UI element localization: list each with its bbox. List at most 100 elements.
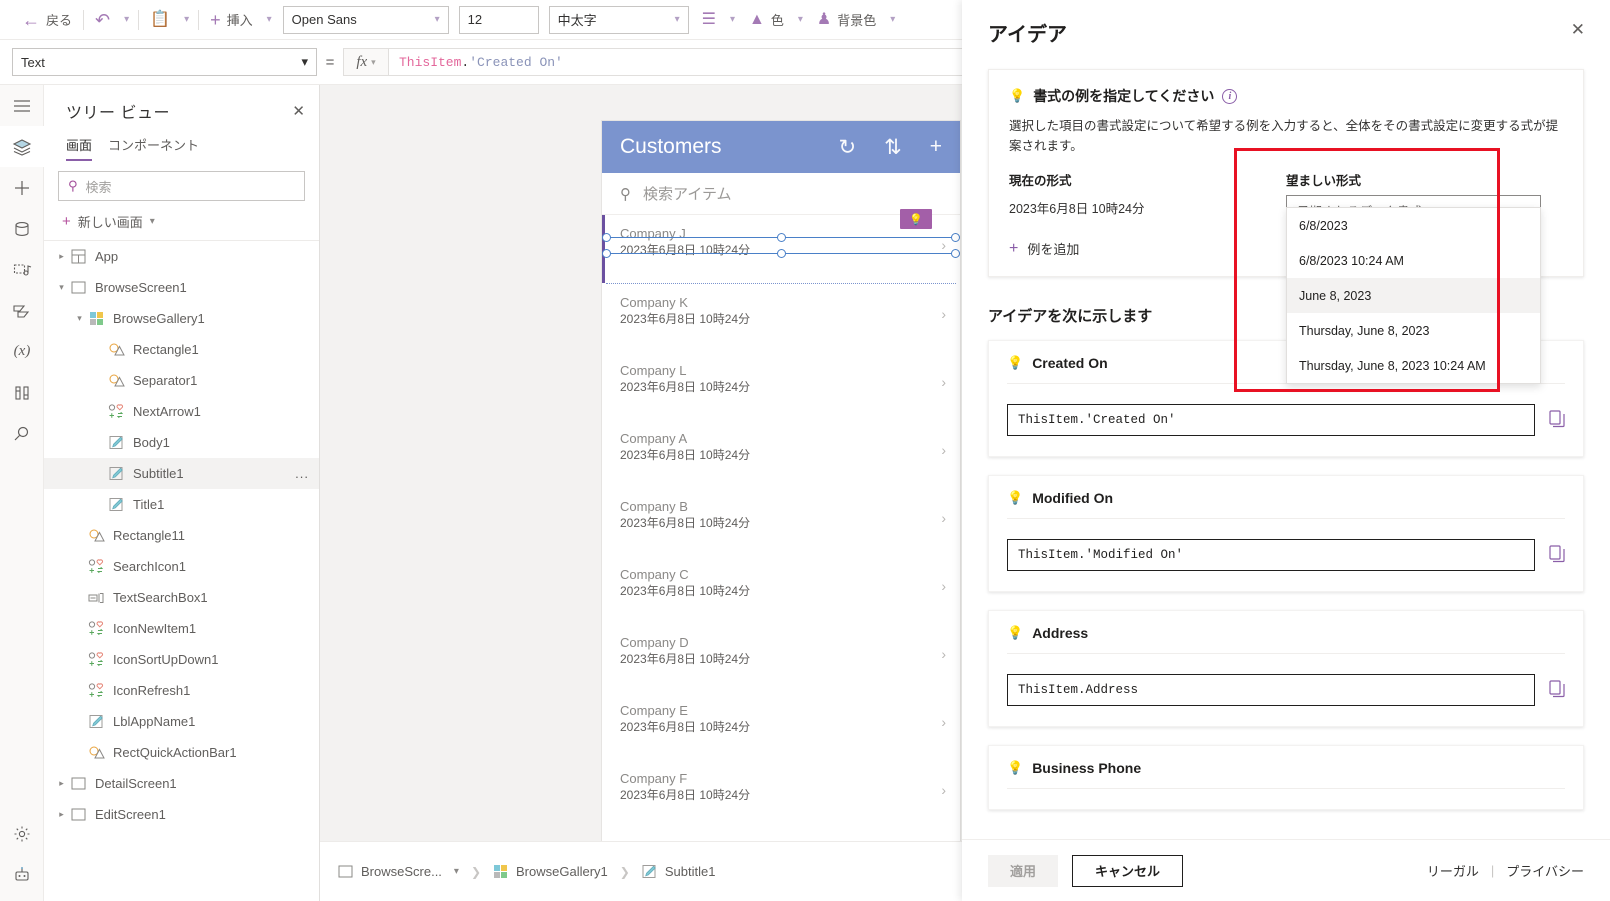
sort-updown-icon[interactable]: ⇅ <box>884 135 902 160</box>
undo-chevron-down-icon[interactable]: ▾ <box>118 14 135 25</box>
breadcrumb-item[interactable]: BrowseGallery1 <box>493 864 608 879</box>
back-button[interactable]: ← 戻る <box>14 4 80 36</box>
sidebar-item-lblappname1[interactable]: LblAppName1 <box>44 706 319 737</box>
sidebar-item-title1[interactable]: Title1 <box>44 489 319 520</box>
sidebar-item-rectquickactionbar1[interactable]: RectQuickActionBar1 <box>44 737 319 768</box>
insert-chevron-down-icon[interactable]: ▾ <box>261 14 278 25</box>
lightbulb-icon[interactable]: 💡 <box>900 209 932 229</box>
sidebar-item-iconrefresh1[interactable]: IconRefresh1 <box>44 675 319 706</box>
apply-button[interactable]: 適用 <box>988 854 1059 887</box>
sidebar-item-subtitle1[interactable]: Subtitle1... <box>44 458 319 489</box>
copy-icon[interactable] <box>1549 679 1565 701</box>
copy-icon[interactable] <box>1549 409 1565 431</box>
add-example-button[interactable]: + 例を追加 <box>1009 239 1286 258</box>
breadcrumb-item[interactable]: BrowseScre... ▾ <box>338 864 459 879</box>
fill-chevron-down-icon[interactable]: ▾ <box>884 14 901 25</box>
sidebar-item-rectangle11[interactable]: Rectangle11 <box>44 520 319 551</box>
sidebar-item-textsearchbox1[interactable]: TextSearchBox1 <box>44 582 319 613</box>
sidebar-item-insert[interactable] <box>0 167 44 208</box>
align-button[interactable]: ☰ <box>694 4 724 36</box>
chevron-down-icon[interactable]: ▾ <box>72 313 87 324</box>
privacy-link[interactable]: プライバシー <box>1506 861 1584 880</box>
gallery-item[interactable]: Company F 2023年6月8日 10時24分 › <box>602 760 960 828</box>
fill-color-button[interactable]: ♟ 背景色 <box>809 4 884 36</box>
sidebar-item-tools[interactable] <box>0 372 44 413</box>
insert-button[interactable]: + 挿入 <box>202 4 261 36</box>
font-color-button[interactable]: ▲ 色 <box>741 4 792 36</box>
sidebar-item-search[interactable] <box>0 413 44 454</box>
hamburger-icon[interactable] <box>0 85 44 126</box>
legal-link[interactable]: リーガル <box>1427 861 1479 880</box>
next-arrow-icon[interactable]: › <box>941 374 946 390</box>
sidebar-item-separator1[interactable]: Separator1 <box>44 365 319 396</box>
chevron-down-icon[interactable]: ▾ <box>54 282 69 293</box>
sidebar-item-data[interactable] <box>0 208 44 249</box>
search-input[interactable]: ⚲ 検索 <box>58 171 305 201</box>
copy-icon[interactable] <box>1549 544 1565 566</box>
gallery-item[interactable]: Company K 2023年6月8日 10時24分 › <box>602 284 960 352</box>
close-icon[interactable]: ✕ <box>292 102 305 120</box>
sidebar-item-browsegallery1[interactable]: ▾ BrowseGallery1 <box>44 303 319 334</box>
new-item-icon[interactable]: + <box>930 135 942 159</box>
tab-screens[interactable]: 画面 <box>66 131 93 161</box>
font-weight-select[interactable]: 中太字 ▾ <box>548 5 689 34</box>
sidebar-item-tree-view[interactable] <box>0 126 44 167</box>
undo-button[interactable]: ↶ <box>87 4 118 36</box>
idea-formula[interactable]: ThisItem.'Modified On' <box>1007 539 1535 571</box>
format-option[interactable]: June 8, 2023 <box>1287 278 1540 313</box>
align-chevron-down-icon[interactable]: ▾ <box>724 14 741 25</box>
sidebar-item-editscreen1[interactable]: ▸ EditScreen1 <box>44 799 319 830</box>
copilot-icon[interactable] <box>0 854 44 895</box>
gallery-item[interactable]: Company D 2023年6月8日 10時24分 › <box>602 624 960 692</box>
refresh-icon[interactable]: ↻ <box>839 135 857 160</box>
next-arrow-icon[interactable]: › <box>941 442 946 458</box>
format-option[interactable]: Thursday, June 8, 2023 10:24 AM <box>1287 348 1540 383</box>
gallery-item[interactable]: Company A 2023年6月8日 10時24分 › <box>602 420 960 488</box>
sidebar-item-app[interactable]: ▸ App <box>44 241 319 272</box>
next-arrow-icon[interactable]: › <box>941 646 946 662</box>
sidebar-item-power-automate[interactable] <box>0 290 44 331</box>
chevron-right-icon[interactable]: ▸ <box>54 251 69 262</box>
selection-handles[interactable] <box>602 233 960 263</box>
gallery-item[interactable]: Company E 2023年6月8日 10時24分 › <box>602 692 960 760</box>
sidebar-item-iconnewitem1[interactable]: IconNewItem1 <box>44 613 319 644</box>
next-arrow-icon[interactable]: › <box>941 510 946 526</box>
format-option[interactable]: 6/8/2023 <box>1287 208 1540 243</box>
font-family-select[interactable]: Open Sans ▾ <box>282 5 449 34</box>
sidebar-item-media[interactable] <box>0 249 44 290</box>
sidebar-item-detailscreen1[interactable]: ▸ DetailScreen1 <box>44 768 319 799</box>
sidebar-item-rectangle1[interactable]: Rectangle1 <box>44 334 319 365</box>
font-size-select[interactable]: 12 <box>458 5 539 34</box>
chevron-down-icon[interactable]: ▾ <box>454 866 459 877</box>
sidebar-item-browsescreen1[interactable]: ▾ BrowseScreen1 <box>44 272 319 303</box>
sidebar-item-searchicon1[interactable]: SearchIcon1 <box>44 551 319 582</box>
gallery-item[interactable]: Company C 2023年6月8日 10時24分 › <box>602 556 960 624</box>
cancel-button[interactable]: キャンセル <box>1072 854 1184 887</box>
info-icon[interactable]: i <box>1222 88 1238 104</box>
gallery-item[interactable]: Company J 2023年6月8日 10時24分 › 💡 <box>602 209 960 283</box>
chevron-right-icon[interactable]: ▸ <box>54 809 69 820</box>
idea-formula[interactable]: ThisItem.Address <box>1007 674 1535 706</box>
chevron-right-icon[interactable]: ▸ <box>54 778 69 789</box>
new-screen-button[interactable]: + 新しい画面 ▾ <box>44 205 319 240</box>
breadcrumb-item[interactable]: Subtitle1 <box>642 864 715 879</box>
sidebar-item-variables[interactable]: (x) <box>0 331 44 372</box>
sidebar-item-body1[interactable]: Body1 <box>44 427 319 458</box>
gallery-item[interactable]: Company B 2023年6月8日 10時24分 › <box>602 488 960 556</box>
next-arrow-icon[interactable]: › <box>941 782 946 798</box>
close-icon[interactable]: ✕ <box>1568 18 1588 41</box>
sidebar-item-iconsortupdown1[interactable]: IconSortUpDown1 <box>44 644 319 675</box>
format-option[interactable]: 6/8/2023 10:24 AM <box>1287 243 1540 278</box>
fx-button[interactable]: fx ▾ <box>343 48 389 76</box>
next-arrow-icon[interactable]: › <box>941 714 946 730</box>
tab-components[interactable]: コンポーネント <box>108 131 199 161</box>
format-option[interactable]: Thursday, June 8, 2023 <box>1287 313 1540 348</box>
sidebar-item-nextarrow1[interactable]: NextArrow1 <box>44 396 319 427</box>
paste-chevron-down-icon[interactable]: ▾ <box>178 14 195 25</box>
gallery-item[interactable]: Company L 2023年6月8日 10時24分 › <box>602 352 960 420</box>
next-arrow-icon[interactable]: › <box>941 306 946 322</box>
property-select[interactable]: Text ▾ <box>12 48 317 76</box>
next-arrow-icon[interactable]: › <box>941 578 946 594</box>
font-color-chevron-down-icon[interactable]: ▾ <box>792 14 809 25</box>
more-options-icon[interactable]: ... <box>295 466 309 481</box>
